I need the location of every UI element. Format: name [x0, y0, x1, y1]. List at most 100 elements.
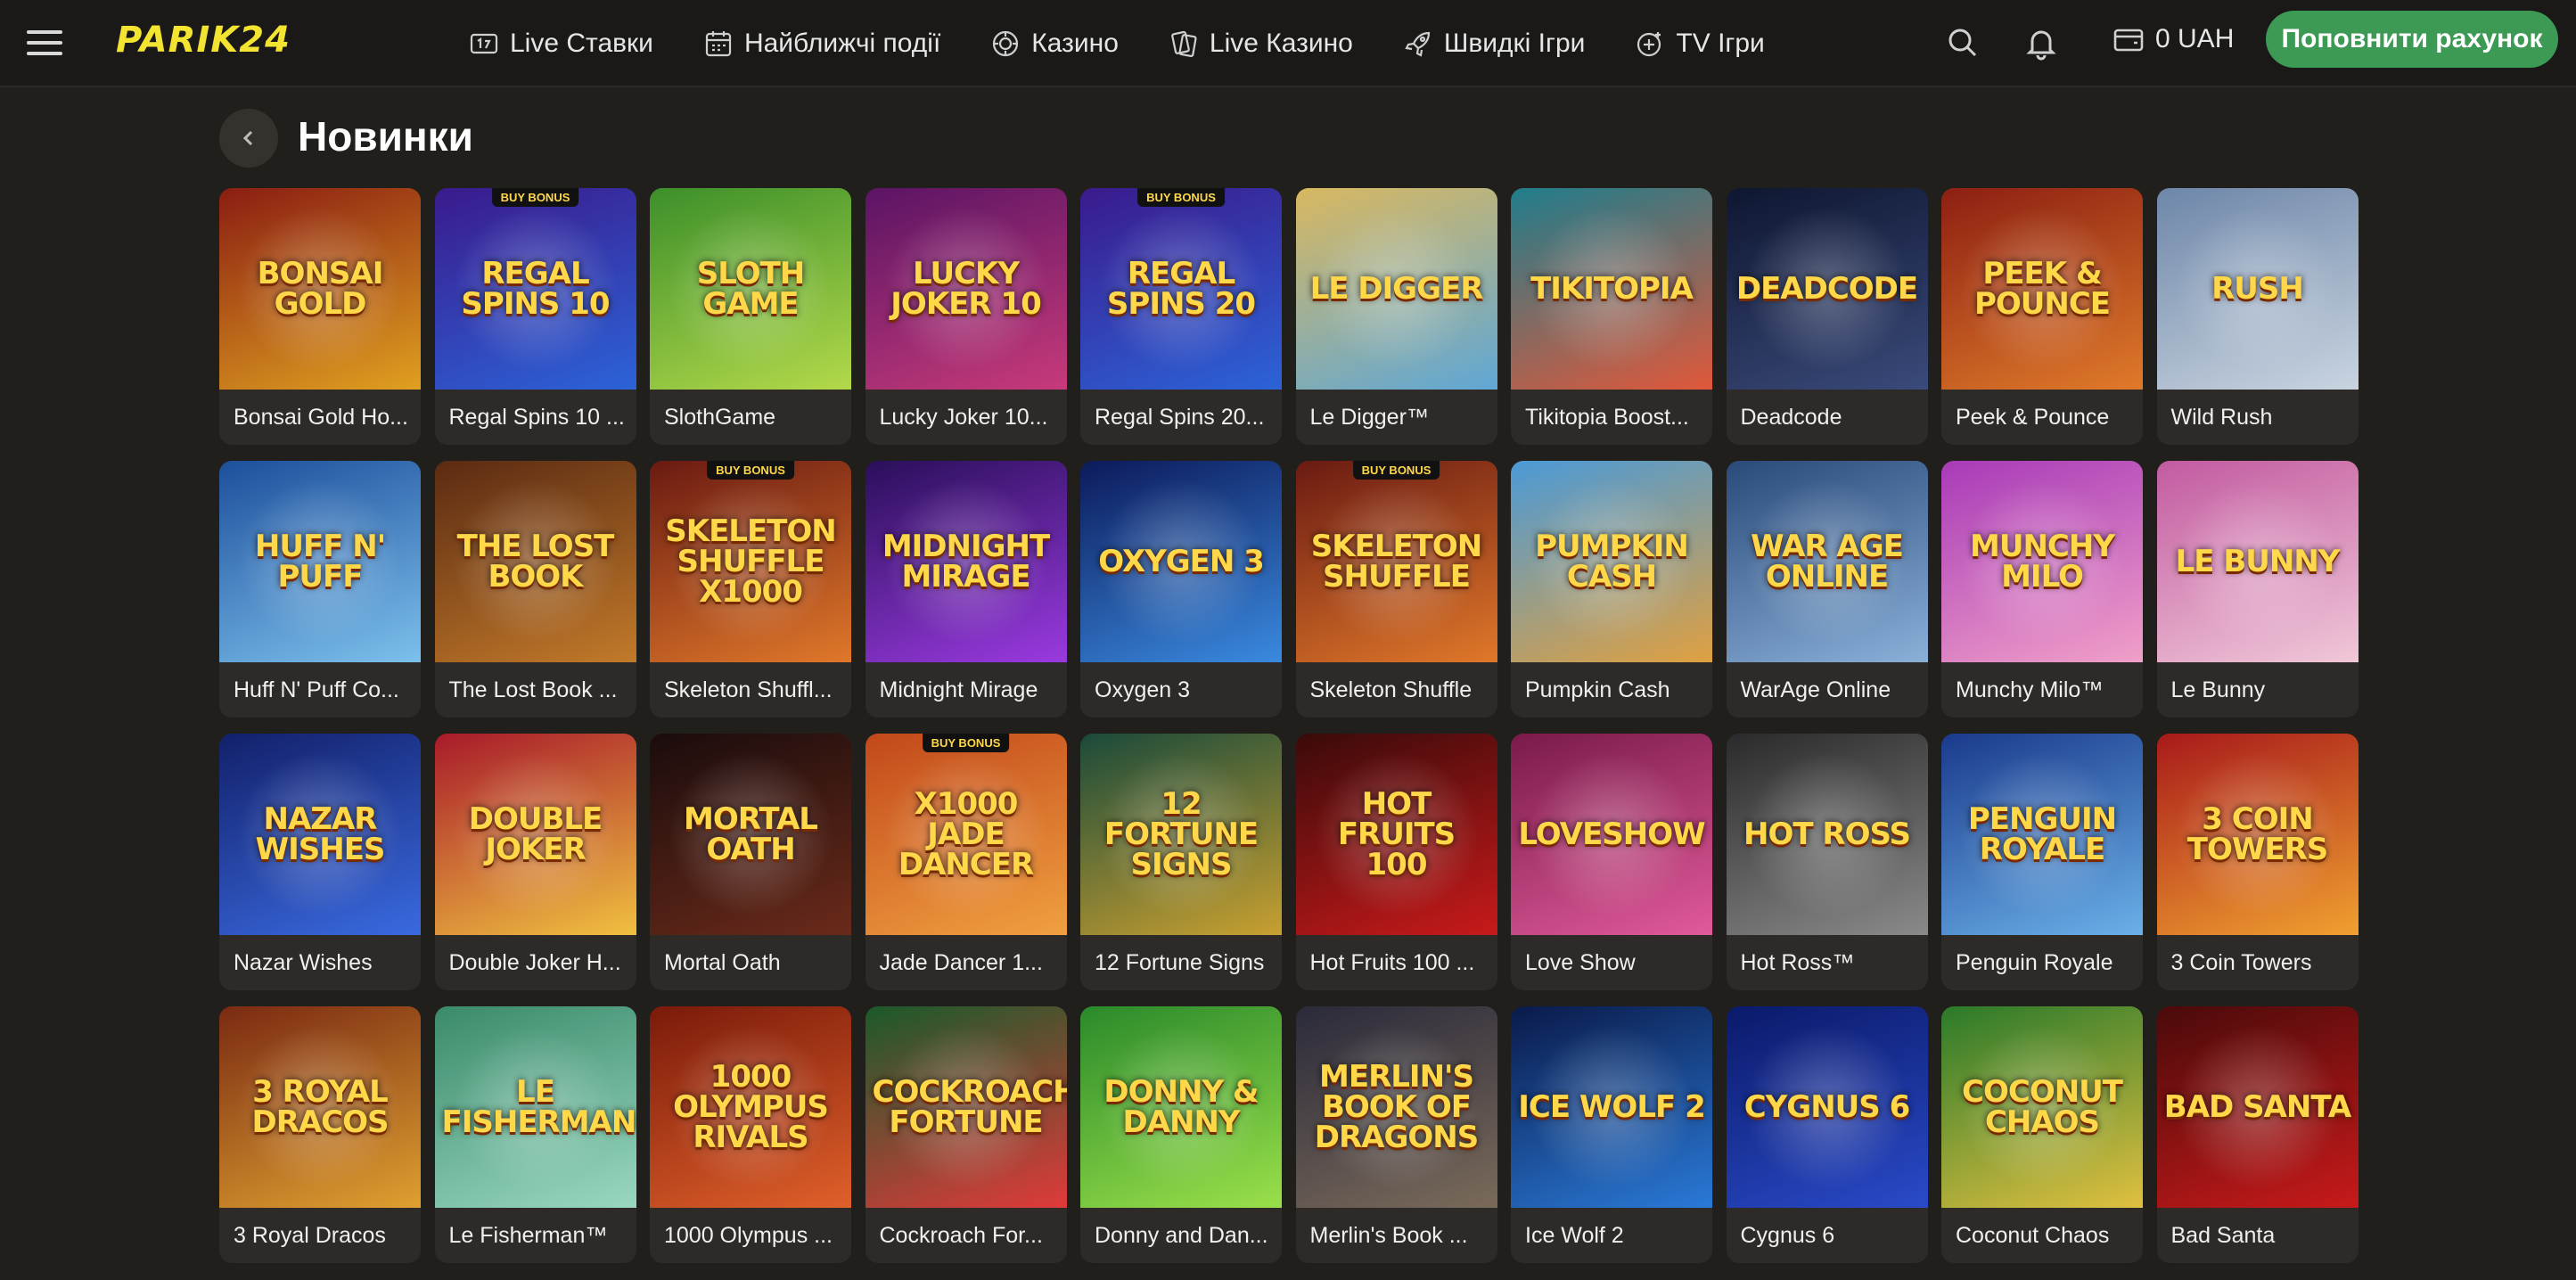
- bell-icon[interactable]: [2022, 23, 2061, 62]
- game-logo-text: The Lost Book: [456, 529, 615, 595]
- game-thumbnail: Le Digger: [1295, 188, 1497, 390]
- game-card[interactable]: 3 Royal Dracos 3 Royal Dracos: [219, 1006, 421, 1263]
- game-card[interactable]: Peek & Pounce Peek & Pounce: [1941, 188, 2143, 445]
- cards-icon: [1171, 30, 1197, 58]
- nav-casino[interactable]: Казино: [990, 29, 1119, 59]
- game-logo-text: Nazar Wishes: [255, 801, 386, 867]
- calendar-icon: [705, 31, 732, 57]
- game-thumbnail: BUY BONUS x1000 Jade Dancer: [865, 734, 1067, 935]
- game-thumbnail: Le Bunny: [2156, 461, 2359, 662]
- game-name: The Lost Book ...: [448, 677, 618, 702]
- game-card[interactable]: Midnight Mirage Midnight Mirage: [865, 461, 1067, 718]
- game-card[interactable]: Le Digger Le Digger™: [1295, 188, 1497, 445]
- game-card[interactable]: BUY BONUS Regal Spins 10 Regal Spins 10 ..…: [434, 188, 636, 445]
- game-card[interactable]: 12 Fortune Signs 12 Fortune Signs: [1080, 734, 1282, 990]
- game-card[interactable]: BUY BONUS Regal Spins 20 Regal Spins 20...: [1080, 188, 1282, 445]
- deposit-button[interactable]: Поповнити рахунок: [2266, 11, 2558, 68]
- game-card[interactable]: Bad Santa Bad Santa: [2156, 1006, 2359, 1263]
- game-logo-text: Oxygen 3: [1098, 544, 1265, 579]
- game-card[interactable]: Penguin Royale Penguin Royale: [1941, 734, 2143, 990]
- game-card[interactable]: Lucky Joker 10 Lucky Joker 10...: [865, 188, 1067, 445]
- nav-live-bets[interactable]: Live Ставки: [469, 29, 653, 59]
- game-thumbnail: Donny & Danny: [1080, 1006, 1282, 1208]
- game-card[interactable]: Huff N' Puff Huff N' Puff Co...: [219, 461, 421, 718]
- game-logo-text: Bonsai Gold: [257, 256, 384, 322]
- nav-tv-games[interactable]: TV Ігри: [1635, 29, 1765, 59]
- nav-upcoming-events[interactable]: Найближчі події: [703, 29, 940, 59]
- games-grid: Bonsai Gold Bonsai Gold Ho... BUY BONUS Reg…: [219, 188, 2359, 1263]
- main-nav: Live Ставки Найближчі події Казино Live …: [469, 0, 1815, 87]
- game-card[interactable]: Hot Ross Hot Ross™: [1726, 734, 1928, 990]
- game-card[interactable]: Rush Wild Rush: [2156, 188, 2359, 445]
- game-card[interactable]: Pumpkin Cash Pumpkin Cash: [1511, 461, 1712, 718]
- game-name: Bad Santa: [2170, 1222, 2276, 1248]
- top-bar: PARIK24 Live Ставки Найближчі події Кази…: [0, 0, 2576, 87]
- game-thumbnail: Cygnus 6: [1726, 1006, 1928, 1208]
- game-card[interactable]: Donny & Danny Donny and Dan...: [1080, 1006, 1282, 1263]
- game-card[interactable]: Sloth Game SlothGame: [650, 188, 851, 445]
- buy-bonus-badge: BUY BONUS: [1137, 188, 1225, 207]
- game-name: Regal Spins 20...: [1095, 404, 1265, 430]
- game-card[interactable]: Loveshow Love Show: [1511, 734, 1712, 990]
- back-button[interactable]: [219, 109, 278, 168]
- game-thumbnail: Double Joker: [434, 734, 636, 935]
- game-logo-text: Bad Santa: [2163, 1089, 2351, 1125]
- game-card[interactable]: Double Joker Double Joker H...: [434, 734, 636, 990]
- game-card[interactable]: BUY BONUS Skeleton Shuffle x1000 Skeleton …: [650, 461, 851, 718]
- game-card[interactable]: Mortal Oath Mortal Oath: [650, 734, 851, 990]
- game-logo-text: 3 Coin Towers: [2186, 801, 2329, 867]
- game-thumbnail: Huff N' Puff: [219, 461, 421, 662]
- game-card[interactable]: 1000 Olympus Rivals 1000 Olympus ...: [650, 1006, 851, 1263]
- game-name: Regal Spins 10 ...: [448, 404, 625, 430]
- nav-label: Швидкі Ігри: [1443, 29, 1586, 58]
- game-logo-text: Coconut Chaos: [1962, 1074, 2123, 1140]
- game-card[interactable]: BUY BONUS Skeleton Shuffle Skeleton Shuffl…: [1295, 461, 1497, 718]
- game-logo-text: Pumpkin Cash: [1535, 529, 1689, 595]
- game-card[interactable]: Bonsai Gold Bonsai Gold Ho...: [219, 188, 421, 445]
- game-card[interactable]: Munchy Milo Munchy Milo™: [1941, 461, 2143, 718]
- game-thumbnail: The Lost Book: [434, 461, 636, 662]
- logo[interactable]: PARIK24: [116, 20, 291, 61]
- game-card[interactable]: 3 Coin Towers 3 Coin Towers: [2156, 734, 2359, 990]
- game-logo-text: Skeleton Shuffle x1000: [665, 513, 837, 610]
- buy-bonus-badge: BUY BONUS: [922, 734, 1010, 752]
- game-card[interactable]: Oxygen 3 Oxygen 3: [1080, 461, 1282, 718]
- game-card[interactable]: Hot Fruits 100 Hot Fruits 100 ...: [1295, 734, 1497, 990]
- game-thumbnail: 12 Fortune Signs: [1080, 734, 1282, 935]
- game-name: Skeleton Shuffl...: [664, 677, 833, 702]
- game-logo-text: Loveshow: [1518, 816, 1705, 852]
- game-card[interactable]: Cockroach Fortune Cockroach For...: [865, 1006, 1067, 1263]
- game-name: Pumpkin Cash: [1525, 677, 1670, 702]
- game-card[interactable]: BUY BONUS x1000 Jade Dancer Jade Dancer 1.…: [865, 734, 1067, 990]
- game-thumbnail: Oxygen 3: [1080, 461, 1282, 662]
- game-card[interactable]: Tikitopia Tikitopia Boost...: [1511, 188, 1712, 445]
- game-card[interactable]: Deadcode Deadcode: [1726, 188, 1928, 445]
- game-thumbnail: Sloth Game: [650, 188, 851, 390]
- game-card[interactable]: War Age Online WarAge Online: [1726, 461, 1928, 718]
- nav-fast-games[interactable]: Швидкі Ігри: [1403, 29, 1586, 59]
- game-card[interactable]: Le Bunny Le Bunny: [2156, 461, 2359, 718]
- game-card[interactable]: Nazar Wishes Nazar Wishes: [219, 734, 421, 990]
- game-thumbnail: 3 Royal Dracos: [219, 1006, 421, 1208]
- game-logo-text: Peek & Pounce: [1973, 256, 2111, 322]
- game-card[interactable]: Le Fisherman Le Fisherman™: [434, 1006, 636, 1263]
- search-icon[interactable]: [1943, 23, 1982, 62]
- balance[interactable]: 0 UAH: [2112, 0, 2234, 78]
- menu-icon[interactable]: [27, 27, 62, 59]
- game-logo-text: Regal Spins 20: [1106, 256, 1256, 322]
- game-card[interactable]: Coconut Chaos Coconut Chaos: [1941, 1006, 2143, 1263]
- rocket-icon: [1405, 31, 1430, 57]
- game-thumbnail: Tikitopia: [1511, 188, 1712, 390]
- game-card[interactable]: Cygnus 6 Cygnus 6: [1726, 1006, 1928, 1263]
- game-card[interactable]: Merlin's Book of Dragons Merlin's Book ..…: [1295, 1006, 1497, 1263]
- game-name: SlothGame: [664, 404, 776, 430]
- game-card[interactable]: The Lost Book The Lost Book ...: [434, 461, 636, 718]
- game-name: Le Bunny: [2170, 677, 2266, 702]
- game-card[interactable]: Ice Wolf 2 Ice Wolf 2: [1511, 1006, 1712, 1263]
- game-thumbnail: Hot Ross: [1726, 734, 1928, 935]
- nav-live-casino[interactable]: Live Казино: [1169, 29, 1353, 59]
- game-name: Hot Fruits 100 ...: [1309, 949, 1475, 975]
- game-name: Huff N' Puff Co...: [234, 677, 399, 702]
- game-thumbnail: Peek & Pounce: [1941, 188, 2143, 390]
- game-logo-text: Merlin's Book of Dragons: [1314, 1059, 1479, 1155]
